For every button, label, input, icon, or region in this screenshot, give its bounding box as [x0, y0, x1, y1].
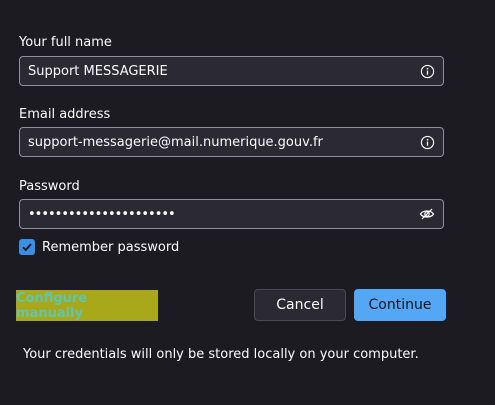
cancel-button[interactable]: Cancel [254, 289, 346, 321]
checkmark-icon [22, 243, 32, 252]
full-name-input[interactable]: Support MESSAGERIE [19, 56, 444, 86]
full-name-label: Your full name [19, 35, 112, 50]
remember-password-checkbox[interactable] [19, 239, 35, 255]
remember-password-row[interactable]: Remember password [19, 239, 179, 255]
remember-password-label: Remember password [42, 239, 180, 255]
email-label: Email address [19, 107, 111, 122]
email-value: support-messagerie@mail.numerique.gouv.f… [28, 134, 323, 150]
info-icon[interactable] [419, 134, 435, 150]
password-input[interactable]: •••••••••••••••••••••• [19, 199, 444, 229]
password-value: •••••••••••••••••••••• [28, 206, 176, 222]
info-icon[interactable] [419, 63, 435, 79]
eye-slash-icon[interactable] [419, 206, 435, 222]
password-label: Password [19, 179, 80, 194]
configure-manually-link[interactable]: Configure manually [16, 290, 158, 321]
credentials-note: Your credentials will only be stored loc… [23, 347, 419, 362]
continue-button[interactable]: Continue [354, 289, 446, 321]
account-setup-form: Your full name Support MESSAGERIE Email … [0, 0, 495, 405]
email-input[interactable]: support-messagerie@mail.numerique.gouv.f… [19, 127, 444, 157]
full-name-value: Support MESSAGERIE [28, 63, 168, 79]
